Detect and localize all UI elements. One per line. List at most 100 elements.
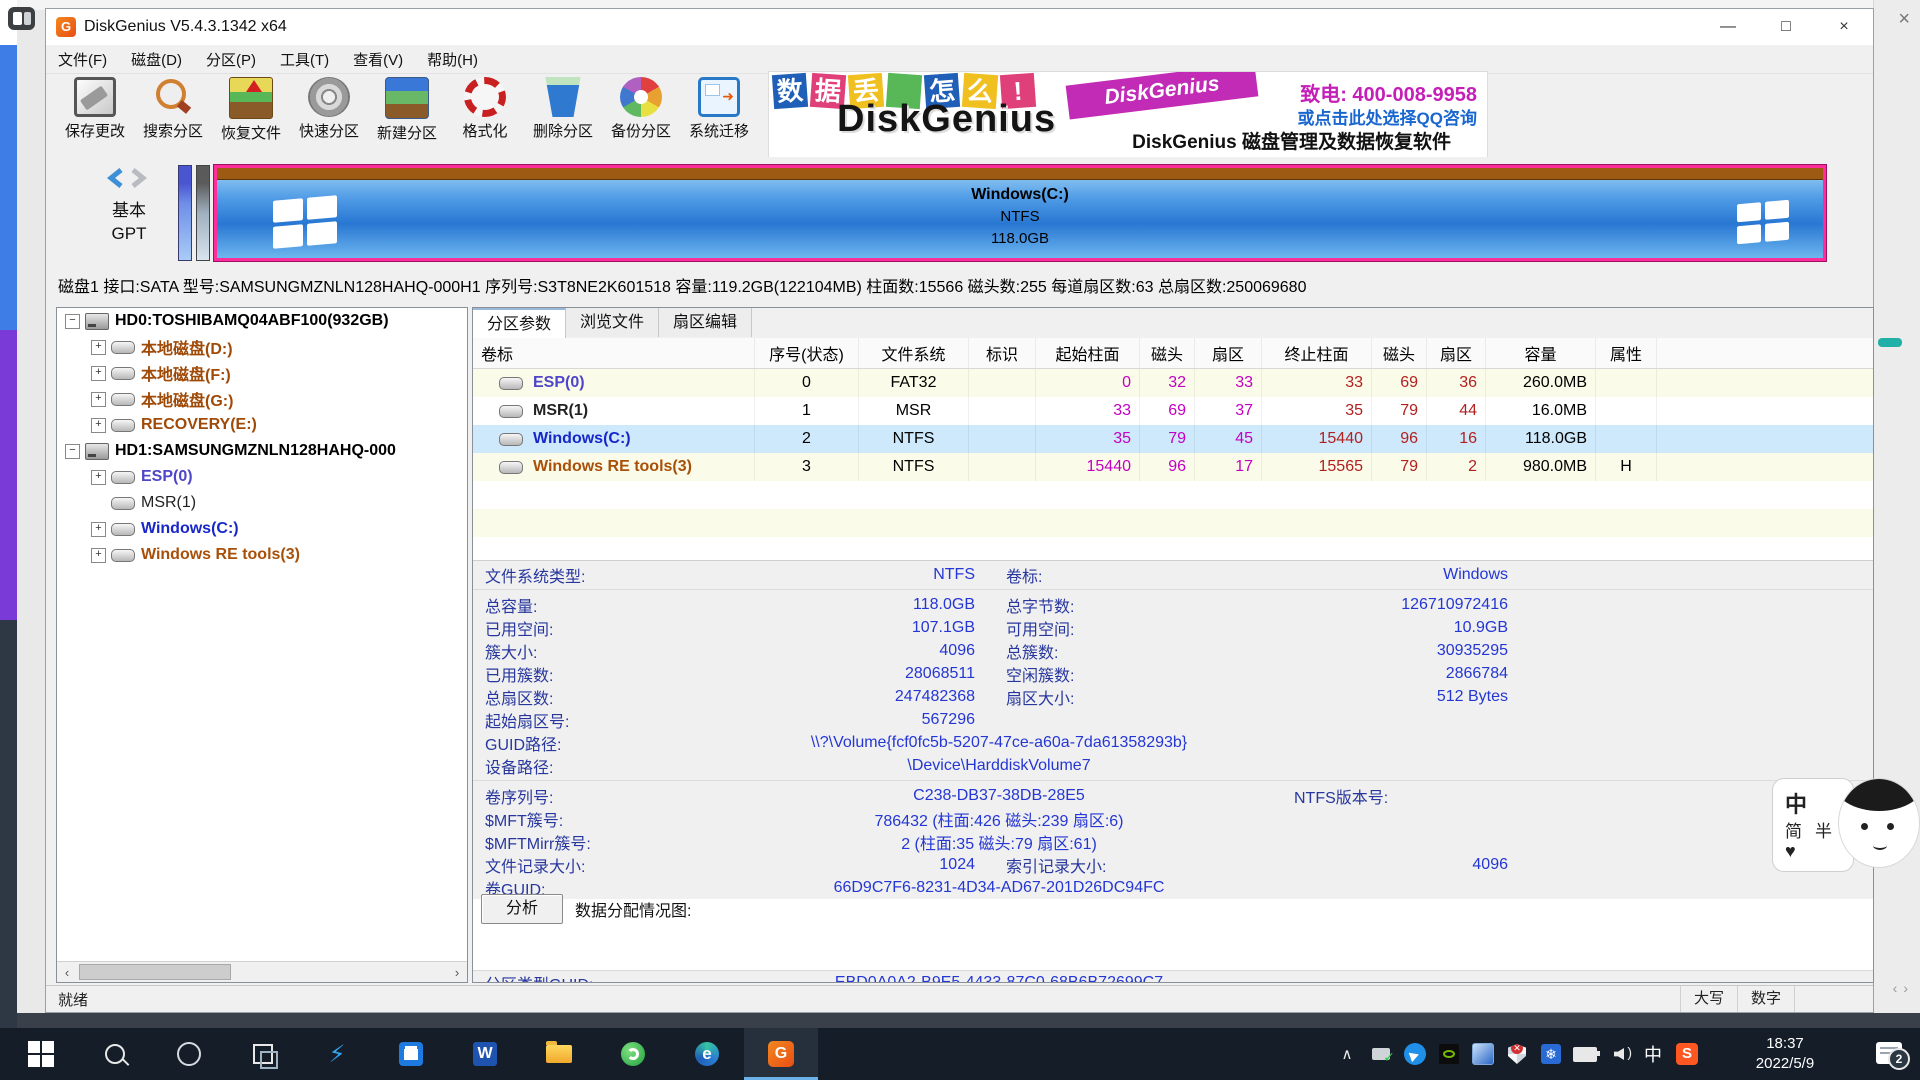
table-header-row: 卷标序号(状态)文件系统标识起始柱面磁头扇区终止柱面磁头扇区容量属性 bbox=[473, 338, 1873, 369]
toolbar-button-migrate[interactable]: 系统迁移 bbox=[680, 73, 758, 157]
tree-item-4[interactable]: +RECOVERY(E:) bbox=[57, 412, 467, 438]
table-cell: 15440 bbox=[1262, 425, 1372, 453]
tree-item-2[interactable]: +本地磁盘(F:) bbox=[57, 360, 467, 386]
tree-item-5[interactable]: −HD1:SAMSUNGMZNLN128HAHQ-000 bbox=[57, 438, 467, 464]
volume-icon[interactable]: ) bbox=[1602, 1028, 1636, 1080]
background-scroll-arrows[interactable]: ‹› bbox=[1893, 980, 1914, 996]
taskbar-app-diskgenius[interactable]: G bbox=[744, 1028, 818, 1080]
expand-icon[interactable]: + bbox=[91, 522, 106, 537]
scroll-thumb[interactable] bbox=[79, 964, 231, 980]
ime-mode-zh[interactable]: 中 bbox=[1785, 787, 1807, 819]
expand-icon[interactable]: + bbox=[91, 548, 106, 563]
analyze-button[interactable]: 分析 bbox=[481, 894, 563, 924]
tree-item-0[interactable]: − HD0:TOSHIBAMQ04ABF100(932GB) bbox=[57, 308, 467, 334]
column-header: 扇区 bbox=[1195, 338, 1262, 368]
tree-item-6[interactable]: +ESP(0) bbox=[57, 464, 467, 490]
menu-item-3[interactable]: 工具(T) bbox=[268, 49, 341, 70]
flash-icon[interactable]: ❄ bbox=[1534, 1028, 1568, 1080]
ad-banner[interactable]: 数据丢怎么! DiskGenius DiskGenius 致电: 400-008… bbox=[768, 71, 1488, 159]
detail-label: $MFTMirr簇号: bbox=[473, 830, 735, 854]
menu-item-4[interactable]: 查看(V) bbox=[341, 49, 415, 70]
collapse-icon[interactable]: − bbox=[65, 314, 80, 329]
sogou-input-icon[interactable]: S bbox=[1670, 1028, 1704, 1080]
tray-expand-icon[interactable]: ∧ bbox=[1330, 1028, 1364, 1080]
notification-center-icon[interactable]: 2 bbox=[1876, 1042, 1902, 1064]
background-close-icon[interactable]: × bbox=[1898, 8, 1910, 31]
table-row[interactable]: Windows RE tools(3)3NTFS1544096171556579… bbox=[473, 453, 1873, 481]
search-icon bbox=[152, 77, 194, 117]
tree-hscrollbar[interactable]: ‹› bbox=[57, 961, 467, 982]
expand-icon[interactable]: + bbox=[91, 470, 106, 485]
taskbar-app-edge[interactable]: e bbox=[670, 1028, 744, 1080]
ime-heart-icon[interactable]: ♥ bbox=[1785, 841, 1796, 862]
tree-item-8[interactable]: +Windows(C:) bbox=[57, 516, 467, 542]
background-tab-icon[interactable] bbox=[8, 7, 35, 30]
toolbar-button-new[interactable]: 新建分区 bbox=[368, 73, 446, 157]
collapse-icon[interactable]: − bbox=[65, 444, 80, 459]
taskbar-app-store[interactable] bbox=[374, 1028, 448, 1080]
table-row[interactable]: ESP(0)0FAT3203233336936260.0MB bbox=[473, 369, 1873, 397]
menu-item-5[interactable]: 帮助(H) bbox=[415, 49, 490, 70]
menu-item-1[interactable]: 磁盘(D) bbox=[119, 49, 194, 70]
expand-icon[interactable]: + bbox=[91, 418, 106, 433]
toolbar-button-format[interactable]: 格式化 bbox=[446, 73, 524, 157]
detail-label: 文件系统类型: bbox=[473, 563, 735, 587]
start-button[interactable] bbox=[4, 1028, 78, 1080]
menu-item-0[interactable]: 文件(F) bbox=[46, 49, 119, 70]
tab-1[interactable]: 浏览文件 bbox=[566, 308, 659, 337]
toolbar-button-save[interactable]: 保存更改 bbox=[56, 73, 134, 157]
table-cell: MSR bbox=[859, 397, 969, 425]
disk-prev-next-icons[interactable] bbox=[105, 167, 153, 189]
maximize-button[interactable]: □ bbox=[1757, 9, 1815, 45]
tree-item-7[interactable]: MSR(1) bbox=[57, 490, 467, 516]
scroll-left-icon[interactable]: ‹ bbox=[57, 965, 77, 980]
intel-graphics-icon[interactable] bbox=[1466, 1028, 1500, 1080]
tree-item-3[interactable]: +本地磁盘(G:) bbox=[57, 386, 467, 412]
table-row[interactable]: Windows(C:)2NTFS357945154409616118.0GB bbox=[473, 425, 1873, 453]
table-cell: 0 bbox=[1036, 369, 1140, 397]
taskbar-clock[interactable]: 18:37 2022/5/9 bbox=[1730, 1034, 1840, 1074]
toolbar-button-delete[interactable]: 删除分区 bbox=[524, 73, 602, 157]
expand-icon[interactable]: + bbox=[91, 392, 106, 407]
partition-segment-msr[interactable] bbox=[196, 165, 210, 261]
taskbar-app-word[interactable]: W bbox=[448, 1028, 522, 1080]
table-row[interactable]: MSR(1)1MSR33693735794416.0MB bbox=[473, 397, 1873, 425]
taskbar-app-browser[interactable] bbox=[596, 1028, 670, 1080]
partition-segment-windows-c[interactable]: Windows(C:) NTFS 118.0GB bbox=[214, 165, 1826, 261]
cortana-button[interactable] bbox=[152, 1028, 226, 1080]
tree-item-1[interactable]: +本地磁盘(D:) bbox=[57, 334, 467, 360]
scroll-right-icon[interactable]: › bbox=[447, 965, 467, 980]
ime-mode-halfwidth[interactable]: 半 bbox=[1815, 817, 1832, 842]
security-shield-icon[interactable]: ✕ bbox=[1500, 1028, 1534, 1080]
partition-segment-esp[interactable] bbox=[178, 165, 192, 261]
tab-2[interactable]: 扇区编辑 bbox=[659, 308, 752, 337]
taskbar-app-lightning[interactable]: ⚡ bbox=[300, 1028, 374, 1080]
expand-icon[interactable]: + bbox=[91, 340, 106, 355]
expand-icon[interactable]: + bbox=[91, 366, 106, 381]
save-icon bbox=[74, 77, 116, 117]
printer-status-icon[interactable] bbox=[1364, 1028, 1398, 1080]
toolbar-button-quick[interactable]: 快速分区 bbox=[290, 73, 368, 157]
messenger-icon[interactable] bbox=[1398, 1028, 1432, 1080]
toolbar-button-search[interactable]: 搜索分区 bbox=[134, 73, 212, 157]
toolbar-button-recover[interactable]: 恢复文件 bbox=[212, 73, 290, 157]
win-square bbox=[28, 1055, 40, 1067]
tab-0[interactable]: 分区参数 bbox=[473, 308, 566, 340]
close-button[interactable]: × bbox=[1815, 9, 1873, 45]
volume-cell: Windows(C:) bbox=[473, 425, 755, 453]
ime-mode-simplified[interactable]: 简 bbox=[1785, 817, 1802, 842]
battery-icon[interactable] bbox=[1568, 1028, 1602, 1080]
banner-qq-link[interactable]: 或点击此处选择QQ咨询 bbox=[1298, 104, 1477, 129]
detail-row: 卷序列号:C238-DB37-38DB-28E5NTFS版本号:3.1 bbox=[473, 784, 1873, 807]
ime-floating-widget[interactable]: 中 简 半 ♥ bbox=[1772, 778, 1920, 880]
task-view-button[interactable] bbox=[226, 1028, 300, 1080]
menu-item-2[interactable]: 分区(P) bbox=[194, 49, 268, 70]
ime-language-icon[interactable]: 中 bbox=[1636, 1028, 1670, 1080]
nvidia-settings-icon[interactable] bbox=[1432, 1028, 1466, 1080]
tree-item-9[interactable]: +Windows RE tools(3) bbox=[57, 542, 467, 568]
toolbar-button-backup[interactable]: 备份分区 bbox=[602, 73, 680, 157]
search-button[interactable] bbox=[78, 1028, 152, 1080]
taskbar-app-explorer[interactable] bbox=[522, 1028, 596, 1080]
minimize-button[interactable]: — bbox=[1699, 9, 1757, 45]
tree-label: HD0:TOSHIBAMQ04ABF100(932GB) bbox=[115, 312, 389, 330]
